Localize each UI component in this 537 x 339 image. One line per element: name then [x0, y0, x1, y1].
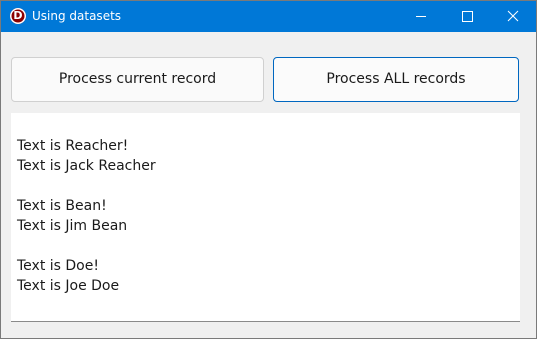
- memo-line: Text is Jack Reacher: [17, 158, 156, 174]
- memo-line: Text is Jim Bean: [17, 218, 128, 234]
- memo-line: [17, 236, 520, 256]
- minimize-button[interactable]: [398, 1, 444, 32]
- maximize-icon: [462, 11, 473, 22]
- memo-line: Text is Bean!: [17, 198, 107, 214]
- window-title: Using datasets: [32, 9, 122, 23]
- memo-line: Text is Reacher!: [17, 138, 129, 154]
- minimize-icon: [416, 16, 426, 17]
- process-all-records-button[interactable]: Process ALL records: [273, 57, 519, 102]
- close-icon: [507, 10, 519, 22]
- output-memo[interactable]: Text is Reacher! Text is Jack Reacher Text…: [11, 113, 520, 322]
- close-button[interactable]: [490, 1, 536, 32]
- memo-line: Text is Doe!: [17, 258, 99, 274]
- app-window: D Using datasets Process current record …: [0, 0, 537, 339]
- memo-line: [17, 176, 520, 196]
- memo-line: Text is Joe Doe: [17, 278, 120, 294]
- title-bar[interactable]: D Using datasets: [1, 1, 536, 32]
- process-current-record-button[interactable]: Process current record: [11, 57, 264, 102]
- app-icon[interactable]: D: [10, 8, 26, 24]
- maximize-button[interactable]: [444, 1, 490, 32]
